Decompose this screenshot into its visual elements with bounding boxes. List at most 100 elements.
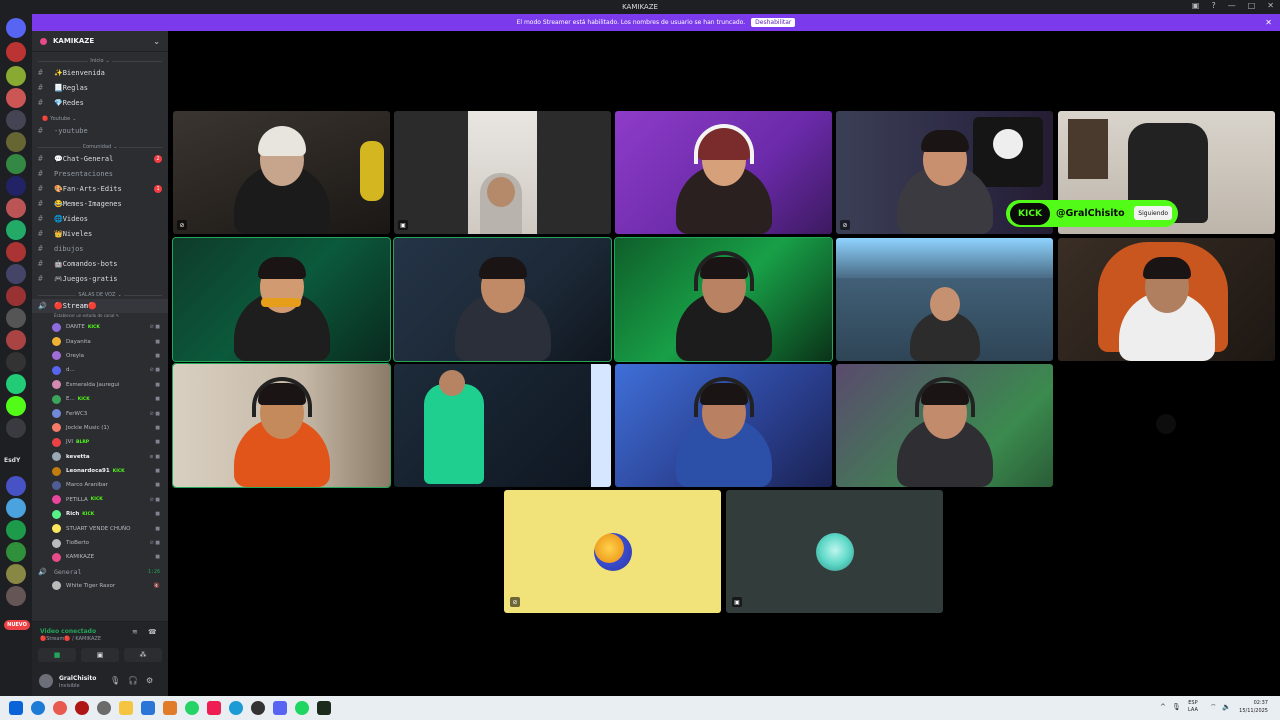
category-comunidad[interactable]: Comunidad ⌄ bbox=[32, 143, 168, 151]
server-icon[interactable] bbox=[6, 132, 26, 152]
channel-bienvenida[interactable]: # ✨Bienvenida bbox=[32, 65, 168, 80]
disconnect-icon[interactable]: ☎ bbox=[148, 628, 157, 636]
channel-reglas[interactable]: # 📃Reglas bbox=[32, 80, 168, 95]
connection-location[interactable]: 🔴Stream🔴 / KAMIKAZE bbox=[40, 636, 101, 642]
voice-user[interactable]: d... ⊘ ■ bbox=[32, 363, 168, 377]
terminal-icon[interactable] bbox=[317, 701, 331, 715]
server-icon[interactable] bbox=[6, 374, 26, 394]
tiktok-icon[interactable] bbox=[207, 701, 221, 715]
voice-user[interactable]: DANTE KICK ⊘ ■ bbox=[32, 320, 168, 334]
server-icon[interactable] bbox=[6, 520, 26, 540]
volume-icon[interactable]: 🔈 bbox=[1222, 703, 1231, 711]
app-icon[interactable] bbox=[163, 701, 177, 715]
activities-button[interactable]: ⁂ bbox=[124, 648, 162, 662]
voice-user[interactable]: KAMIKAZE ■ bbox=[32, 550, 168, 564]
screen-share-button[interactable]: ▣ bbox=[81, 648, 119, 662]
banner-close-icon[interactable]: ✕ bbox=[1265, 18, 1272, 27]
settings-icon[interactable] bbox=[97, 701, 111, 715]
app-icon[interactable] bbox=[141, 701, 155, 715]
video-tile[interactable] bbox=[172, 363, 391, 488]
spotify-icon[interactable] bbox=[295, 701, 309, 715]
server-icon[interactable] bbox=[6, 264, 26, 284]
voice-user[interactable]: White Tiger Raxor 🔇 bbox=[32, 579, 168, 593]
voice-user[interactable]: STUART VENDE CHUÑO ■ bbox=[32, 521, 168, 535]
server-icon[interactable] bbox=[6, 154, 26, 174]
video-tile[interactable] bbox=[172, 237, 391, 362]
category-salas-de-voz[interactable]: SALAS DE VOZ ⌄ bbox=[32, 291, 168, 299]
app-icon[interactable] bbox=[251, 701, 265, 715]
channel-niveles[interactable]: # 👑Niveles bbox=[32, 226, 168, 241]
server-icon[interactable] bbox=[6, 498, 26, 518]
wifi-icon[interactable]: ⌔ bbox=[1210, 703, 1217, 712]
disable-streamer-button[interactable]: Deshabilitar bbox=[751, 18, 796, 27]
video-tile[interactable] bbox=[615, 364, 832, 487]
voice-user[interactable]: JVI BLRP ■ bbox=[32, 435, 168, 449]
voice-user[interactable]: Rich KICK ■ bbox=[32, 507, 168, 521]
server-icon[interactable] bbox=[6, 242, 26, 262]
server-icon[interactable] bbox=[6, 198, 26, 218]
server-header[interactable]: KAMIKAZE ⌄ bbox=[32, 31, 168, 52]
server-icon[interactable] bbox=[6, 586, 26, 606]
server-icon[interactable] bbox=[6, 476, 26, 496]
video-tile-avatar[interactable]: ⊘ bbox=[504, 490, 721, 613]
discord-home-icon[interactable] bbox=[6, 18, 26, 38]
language-indicator[interactable]: ESP LAA bbox=[1188, 700, 1198, 714]
microphone-icon[interactable]: 🎙 bbox=[110, 676, 120, 685]
app-icon[interactable] bbox=[75, 701, 89, 715]
close-icon[interactable]: ✕ bbox=[1267, 1, 1274, 10]
folder-icon[interactable] bbox=[119, 701, 133, 715]
maximize-icon[interactable]: □ bbox=[1248, 1, 1256, 10]
minimize-icon[interactable]: — bbox=[1228, 1, 1236, 10]
voice-user[interactable]: Leonardoca91 KICK ■ bbox=[32, 464, 168, 478]
browser-icon[interactable] bbox=[53, 701, 67, 715]
voice-user[interactable]: Oreyla ■ bbox=[32, 349, 168, 363]
server-icon[interactable] bbox=[6, 330, 26, 350]
server-icon[interactable] bbox=[6, 286, 26, 306]
voice-channel-stream[interactable]: 🔊 🔴Stream🔴 bbox=[32, 299, 168, 313]
chevron-up-icon[interactable]: ^ bbox=[1160, 703, 1166, 711]
server-icon[interactable] bbox=[6, 110, 26, 130]
channel-youtube[interactable]: # -youtube bbox=[32, 123, 168, 138]
following-button[interactable]: Siguiendo bbox=[1134, 206, 1172, 220]
channel-presentaciones[interactable]: # Presentaciones bbox=[32, 166, 168, 181]
server-icon[interactable] bbox=[6, 418, 26, 438]
channel-comandos[interactable]: # 🤖Comandos-bots bbox=[32, 256, 168, 271]
voice-user[interactable]: PETILLA KICK ⊘ ■ bbox=[32, 493, 168, 507]
server-icon[interactable] bbox=[6, 542, 26, 562]
voice-channel-status[interactable]: Establecer un estado de canal ✎ bbox=[32, 313, 168, 320]
video-tile[interactable] bbox=[1058, 238, 1275, 361]
whatsapp-icon[interactable] bbox=[185, 701, 199, 715]
video-tile[interactable] bbox=[836, 364, 1053, 487]
server-icon[interactable] bbox=[6, 176, 26, 196]
avatar[interactable] bbox=[39, 674, 53, 688]
voice-channel-general[interactable]: 🔊 General 1:26 bbox=[32, 565, 168, 579]
voice-user[interactable]: TioBerto ⊘ ■ bbox=[32, 536, 168, 550]
channel-dibujos[interactable]: # dibujos bbox=[32, 241, 168, 256]
voice-user[interactable]: Esmeralda Jauregui ■ bbox=[32, 378, 168, 392]
video-tile[interactable] bbox=[394, 364, 611, 487]
channel-chat-general[interactable]: # 💬Chat-General 2 bbox=[32, 151, 168, 166]
channel-fan-arts[interactable]: # 🎨Fan-Arts-Edits 1 bbox=[32, 181, 168, 196]
voice-user[interactable]: E... KICK ■ bbox=[32, 392, 168, 406]
microphone-icon[interactable]: 🎙 bbox=[1172, 703, 1181, 711]
channel-memes[interactable]: # 😂Memes-Imagenes bbox=[32, 196, 168, 211]
server-icon[interactable] bbox=[6, 564, 26, 584]
gear-icon[interactable]: ⚙ bbox=[146, 676, 153, 685]
video-tile[interactable] bbox=[614, 237, 833, 362]
video-tile[interactable] bbox=[836, 238, 1053, 361]
channel-redes[interactable]: # 💎Redes bbox=[32, 95, 168, 110]
discord-icon[interactable] bbox=[273, 701, 287, 715]
camera-button[interactable]: ■ bbox=[38, 648, 76, 662]
clock[interactable]: 02:37 15/11/2025 bbox=[1239, 699, 1268, 715]
server-icon[interactable] bbox=[6, 42, 26, 62]
voice-user[interactable]: FerWC3 ⊘ ■ bbox=[32, 406, 168, 420]
video-tile[interactable] bbox=[615, 111, 832, 234]
category-inicio[interactable]: Inicio ⌄ bbox=[32, 57, 168, 65]
voice-user[interactable]: Marco Aranibar ■ bbox=[32, 478, 168, 492]
server-icon[interactable] bbox=[6, 66, 26, 86]
noise-suppression-icon[interactable]: ≋ bbox=[132, 628, 138, 636]
video-tile-avatar[interactable]: ▣ bbox=[726, 490, 943, 613]
windows-start-icon[interactable] bbox=[9, 701, 23, 715]
voice-user[interactable]: Dayanita ■ bbox=[32, 334, 168, 348]
voice-user[interactable]: Jockie Music (1) ■ bbox=[32, 421, 168, 435]
